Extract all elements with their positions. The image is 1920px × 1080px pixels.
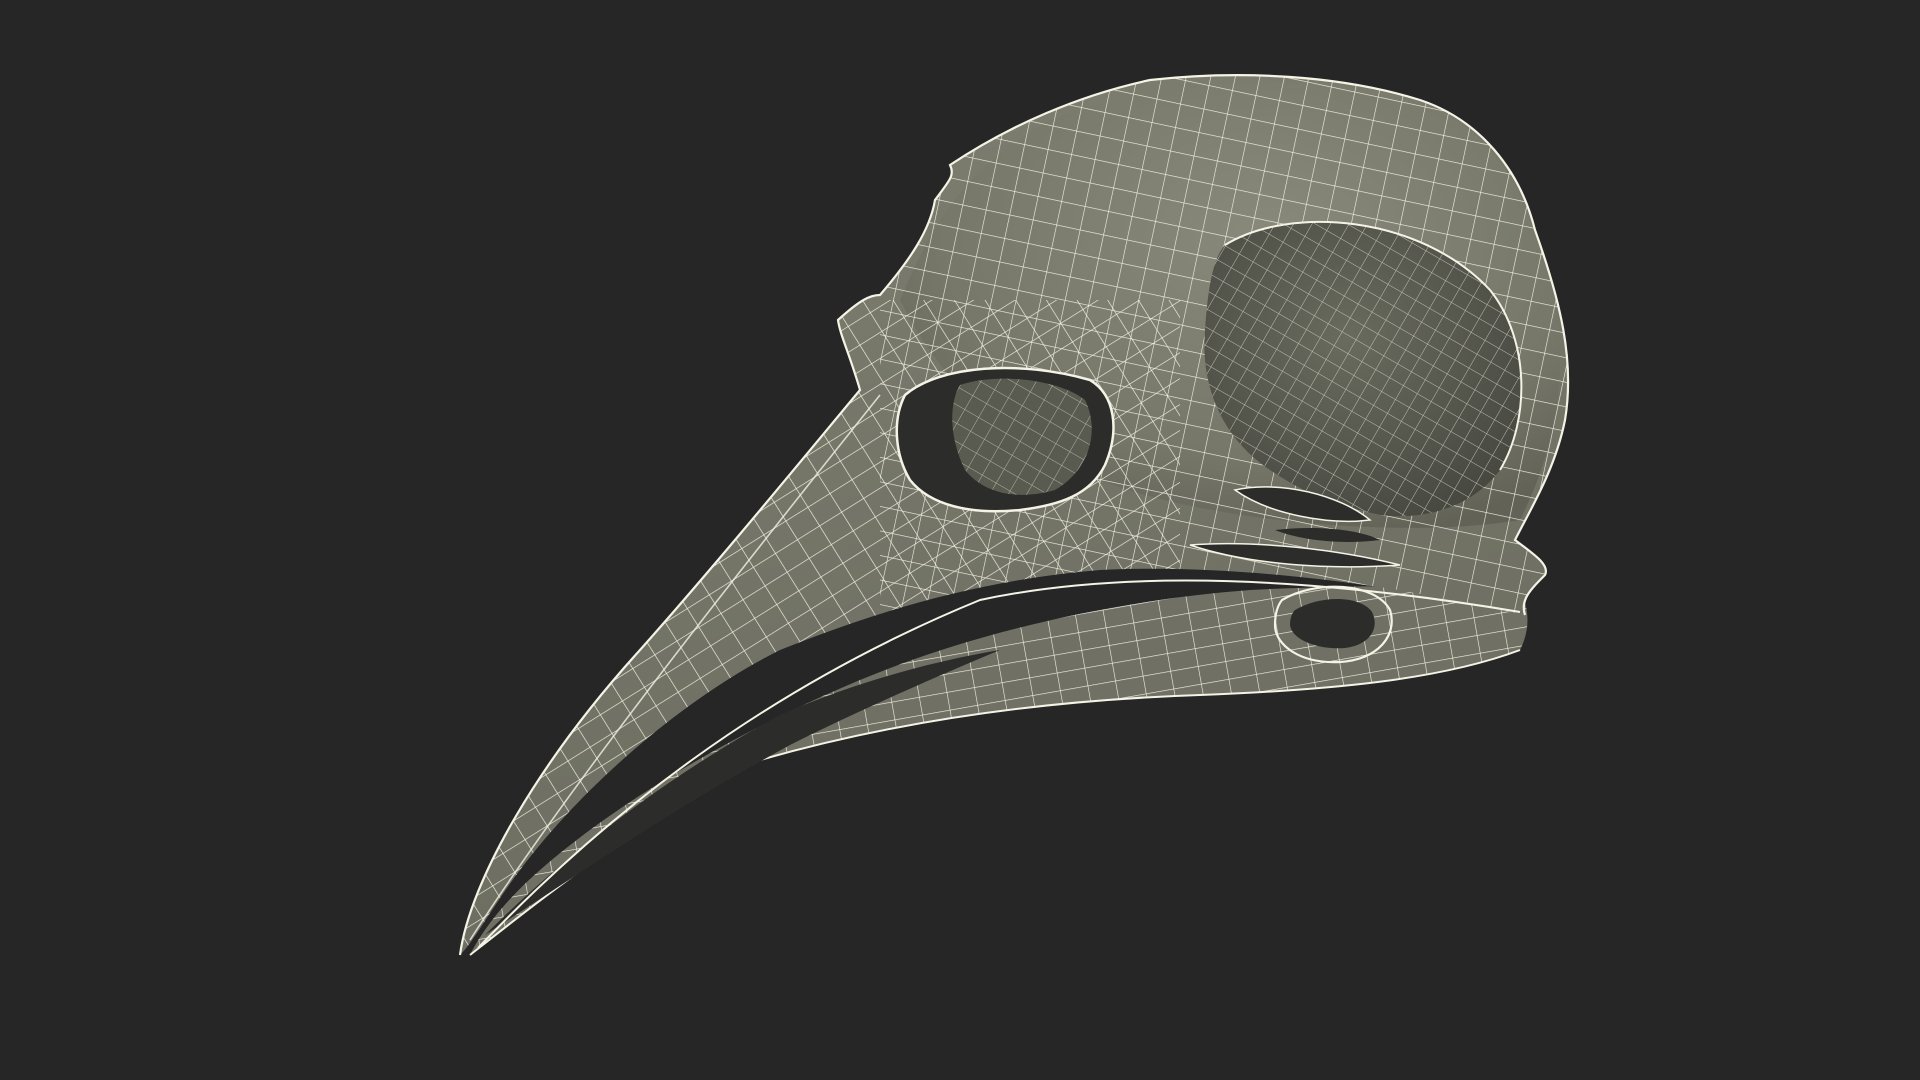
nasal-opening <box>895 366 1115 513</box>
render-viewport <box>0 0 1920 1080</box>
bird-skull-wireframe <box>458 74 1570 956</box>
